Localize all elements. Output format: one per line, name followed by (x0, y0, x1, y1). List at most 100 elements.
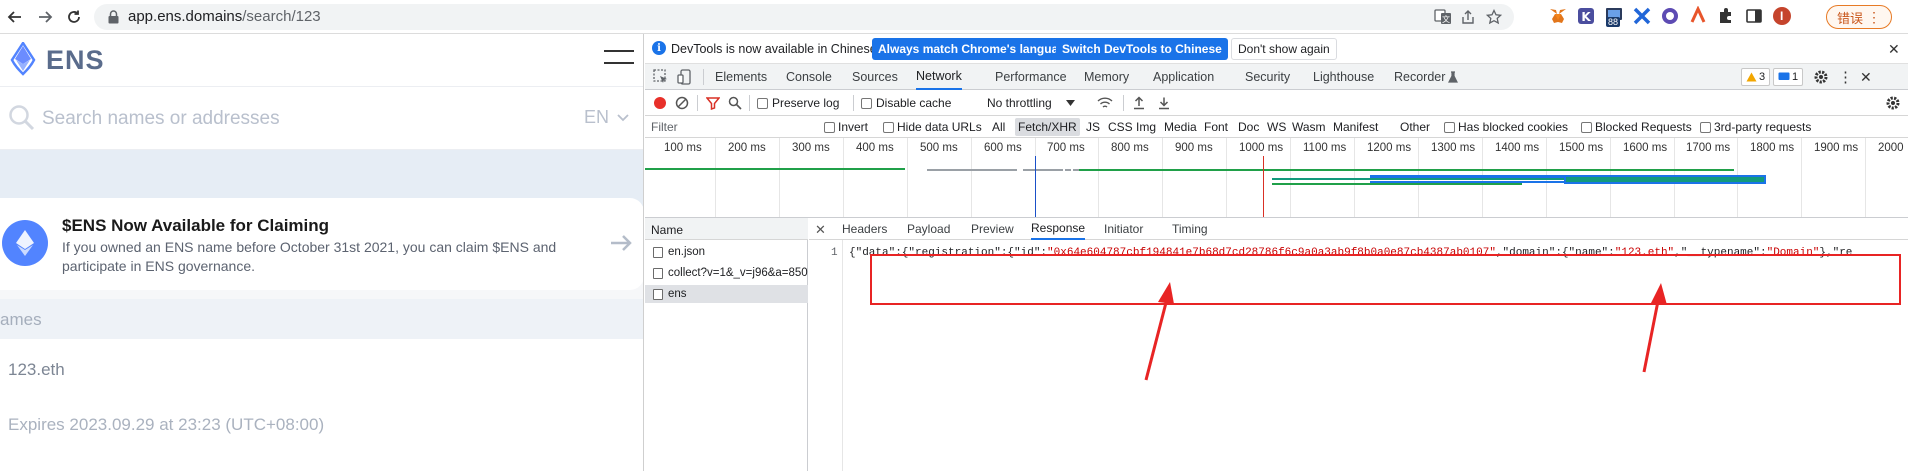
request-row[interactable]: en.json (645, 243, 808, 261)
close-icon[interactable]: ✕ (1888, 41, 1900, 58)
puzzle-extensions-icon[interactable] (1716, 6, 1738, 28)
hamburger-menu-icon[interactable] (604, 48, 634, 66)
type-filter-manifest[interactable]: Manifest (1330, 116, 1381, 138)
dont-show-again-button[interactable]: Don't show again (1231, 38, 1337, 60)
warnings-badge[interactable]: 3 (1741, 68, 1771, 86)
back-arrow-icon[interactable] (4, 6, 26, 28)
tab-response[interactable]: Response (1031, 218, 1086, 240)
request-bar (1272, 178, 1572, 180)
tab-timing[interactable]: Timing (1172, 218, 1208, 240)
circle-extension-icon[interactable] (1660, 6, 1682, 28)
record-icon[interactable] (653, 90, 667, 116)
close-devtools-icon[interactable]: ✕ (1860, 69, 1872, 86)
settings-gear-icon[interactable] (1813, 69, 1829, 85)
throttling-select[interactable]: No throttling (987, 90, 1075, 116)
tools-extension-icon[interactable] (1688, 6, 1710, 28)
device-toolbar-icon[interactable] (677, 69, 693, 85)
request-row-selected[interactable]: ens (645, 285, 808, 303)
type-filter-doc[interactable]: Doc (1235, 116, 1262, 138)
timeline-tick-label: 1500 ms (1559, 142, 1604, 154)
brand-wordmark[interactable]: ENS (46, 45, 105, 76)
result-domain-name[interactable]: 123.eth (8, 360, 65, 380)
tab-preview[interactable]: Preview (971, 218, 1014, 240)
disable-cache-checkbox[interactable]: Disable cache (861, 90, 951, 116)
ens-app-page: ENS EN $ENS Now Available for Claiming I… (0, 34, 644, 471)
share-icon[interactable] (1460, 9, 1478, 25)
tab-performance[interactable]: Performance (995, 64, 1067, 90)
claim-announcement-card[interactable]: $ENS Now Available for Claiming If you o… (0, 198, 643, 290)
type-filter-wasm[interactable]: Wasm (1289, 116, 1329, 138)
inspect-element-icon[interactable] (653, 69, 669, 85)
request-row[interactable]: collect?v=1&_v=j96&a=8501... (645, 264, 808, 282)
tab-initiator[interactable]: Initiator (1104, 218, 1143, 240)
bookmark-star-icon[interactable] (1486, 9, 1504, 25)
svg-text:文: 文 (1442, 14, 1450, 24)
blocked-requests-checkbox[interactable]: Blocked Requests (1581, 116, 1692, 138)
type-filter-js[interactable]: JS (1083, 116, 1103, 138)
type-filter-media[interactable]: Media (1161, 116, 1200, 138)
tab-sources[interactable]: Sources (852, 64, 898, 90)
url-text[interactable]: app.ens.domains/search/123 (128, 8, 321, 25)
tab-security[interactable]: Security (1245, 64, 1290, 90)
more-vertical-icon[interactable]: ⋮ (1838, 68, 1853, 86)
translate-icon[interactable]: 文 (1434, 9, 1452, 25)
reload-icon[interactable] (63, 6, 85, 28)
network-extension-icon[interactable]: 88 (1604, 6, 1626, 28)
forward-arrow-icon[interactable] (34, 6, 56, 28)
tab-payload[interactable]: Payload (907, 218, 950, 240)
has-blocked-cookies-checkbox[interactable]: Has blocked cookies (1444, 116, 1568, 138)
address-bar[interactable]: app.ens.domains/search/123 文 (94, 4, 1514, 30)
filter-input[interactable] (645, 118, 813, 136)
close-icon[interactable]: ✕ (815, 222, 826, 238)
error-button[interactable]: 错误 ⋮ (1826, 5, 1892, 29)
caret-down-icon (1065, 100, 1075, 106)
type-filter-fetch-xhr[interactable]: Fetch/XHR (1015, 116, 1080, 138)
timeline-tick-label: 1900 ms (1814, 142, 1859, 154)
preserve-log-checkbox[interactable]: Preserve log (757, 90, 839, 116)
dom-content-loaded-line (1035, 156, 1036, 217)
arrow-right-icon[interactable] (610, 234, 632, 252)
profile-avatar[interactable]: I (1772, 6, 1794, 28)
tab-headers[interactable]: Headers (842, 218, 887, 240)
type-filter-css[interactable]: CSS (1105, 116, 1136, 138)
export-har-icon[interactable] (1157, 90, 1171, 116)
invert-checkbox[interactable]: Invert (824, 116, 868, 138)
tab-elements[interactable]: Elements (715, 64, 767, 90)
type-filter-img[interactable]: Img (1133, 116, 1159, 138)
messages-badge[interactable]: 1 (1773, 68, 1804, 86)
preserve-log-label: Preserve log (772, 96, 840, 110)
network-settings-gear-icon[interactable] (1885, 90, 1901, 116)
type-filter-ws[interactable]: WS (1264, 116, 1289, 138)
tab-console[interactable]: Console (786, 64, 832, 90)
clear-icon[interactable] (675, 90, 689, 116)
ens-logo-icon[interactable] (8, 42, 38, 76)
hide-data-urls-checkbox[interactable]: Hide data URLs (883, 116, 982, 138)
tab-network[interactable]: Network (916, 64, 962, 90)
import-har-icon[interactable] (1132, 90, 1146, 116)
name-column-header[interactable]: Name (645, 218, 808, 240)
svg-text:K: K (1581, 10, 1591, 24)
k-extension-icon[interactable]: K (1576, 6, 1598, 28)
x-extension-icon[interactable] (1632, 6, 1654, 28)
third-party-requests-checkbox[interactable]: 3rd-party requests (1700, 116, 1811, 138)
lock-icon[interactable] (108, 10, 119, 24)
tab-recorder[interactable]: Recorder (1394, 64, 1445, 90)
type-chip-label: Other (1400, 120, 1431, 134)
type-filter-font[interactable]: Font (1201, 116, 1231, 138)
tab-memory[interactable]: Memory (1084, 64, 1129, 90)
search-input[interactable] (42, 105, 542, 133)
language-select[interactable]: EN (584, 107, 629, 128)
app-header: ENS (0, 34, 643, 86)
filter-funnel-icon[interactable] (706, 90, 720, 116)
network-overview-timeline[interactable]: 100 ms 200 ms 300 ms 400 ms 500 ms 600 ms 700 … (645, 138, 1908, 218)
sidepanel-icon[interactable] (1744, 6, 1766, 28)
type-filter-other[interactable]: Other (1397, 116, 1433, 138)
tab-lighthouse[interactable]: Lighthouse (1313, 64, 1374, 90)
tab-application[interactable]: Application (1153, 64, 1214, 90)
match-chrome-language-button[interactable]: Always match Chrome's language (872, 38, 1079, 60)
switch-to-chinese-button[interactable]: Switch DevTools to Chinese (1056, 38, 1228, 60)
search-icon[interactable] (728, 90, 742, 116)
network-conditions-icon[interactable] (1097, 90, 1113, 116)
type-filter-all[interactable]: All (989, 116, 1008, 138)
metamask-extension-icon[interactable] (1548, 6, 1570, 28)
